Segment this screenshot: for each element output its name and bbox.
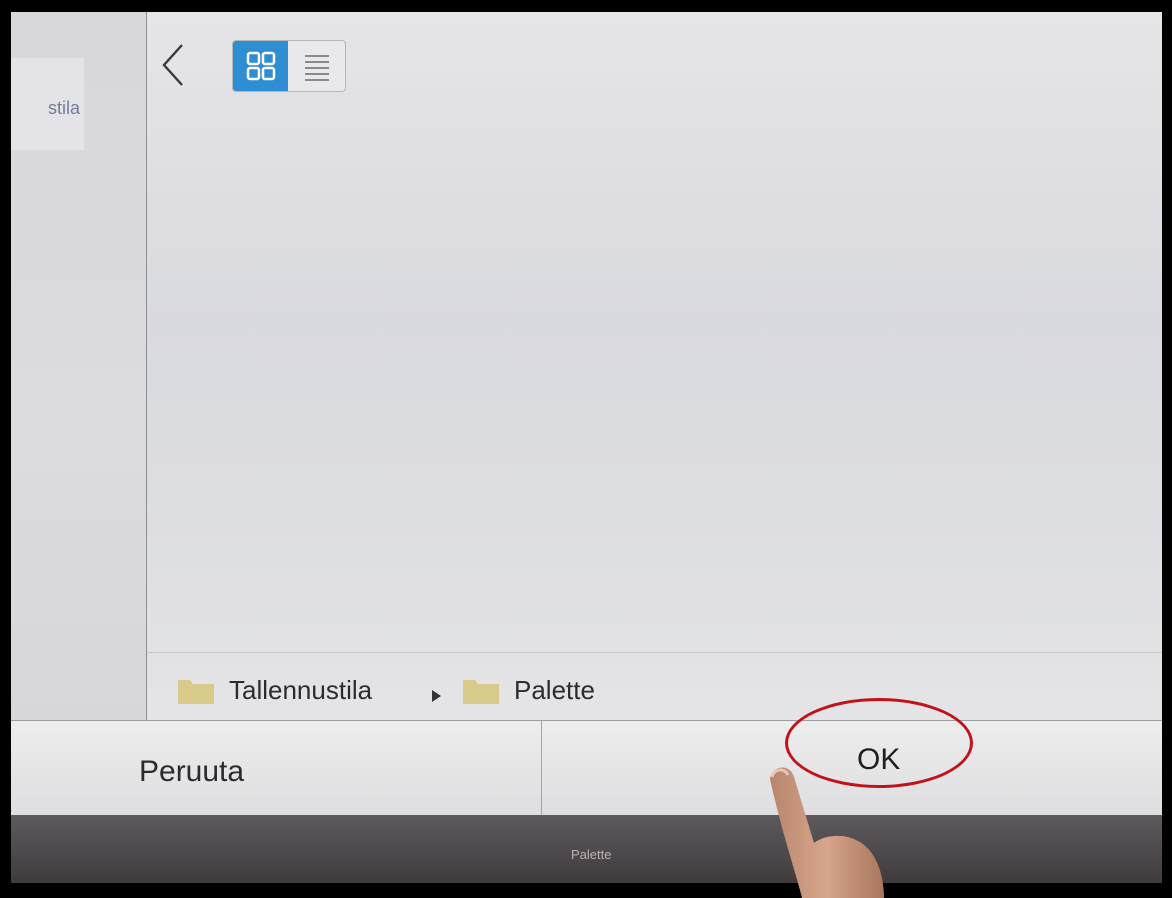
sidebar-item-storage[interactable]: stila bbox=[11, 58, 84, 150]
breadcrumb-label: Palette bbox=[514, 675, 595, 705]
screen: stila Tallennustila Palette Peruuta OK P… bbox=[11, 12, 1162, 883]
back-button[interactable] bbox=[147, 40, 199, 90]
sidebar: stila bbox=[11, 12, 147, 720]
breadcrumb-item-palette[interactable]: Palette bbox=[462, 675, 595, 706]
cancel-button[interactable]: Peruuta bbox=[11, 721, 542, 816]
grid-view-icon bbox=[246, 51, 275, 81]
sidebar-item-label: stila bbox=[47, 98, 80, 118]
cancel-button-label: Peruuta bbox=[139, 755, 245, 788]
breadcrumb-item-storage[interactable]: Tallennustila bbox=[177, 675, 372, 706]
folder-icon bbox=[178, 679, 214, 704]
app-dock: Palette lorBo bbox=[11, 815, 1162, 883]
dock-item-label: Palette bbox=[571, 847, 612, 862]
breadcrumb-label: Tallennustila bbox=[229, 675, 373, 705]
folder-icon bbox=[463, 679, 499, 704]
breadcrumb: Tallennustila Palette bbox=[147, 652, 1162, 721]
toolbar bbox=[147, 32, 367, 92]
view-mode-toggle bbox=[232, 40, 346, 92]
chevron-left-icon bbox=[162, 44, 183, 86]
grid-view-button[interactable] bbox=[233, 41, 288, 91]
pointing-finger-image bbox=[770, 767, 884, 898]
list-view-button[interactable] bbox=[289, 41, 345, 91]
breadcrumb-separator-icon bbox=[432, 690, 441, 702]
list-view-icon bbox=[305, 55, 329, 81]
file-browser-content bbox=[147, 12, 1162, 720]
dialog-button-bar: Peruuta OK bbox=[11, 720, 1162, 816]
